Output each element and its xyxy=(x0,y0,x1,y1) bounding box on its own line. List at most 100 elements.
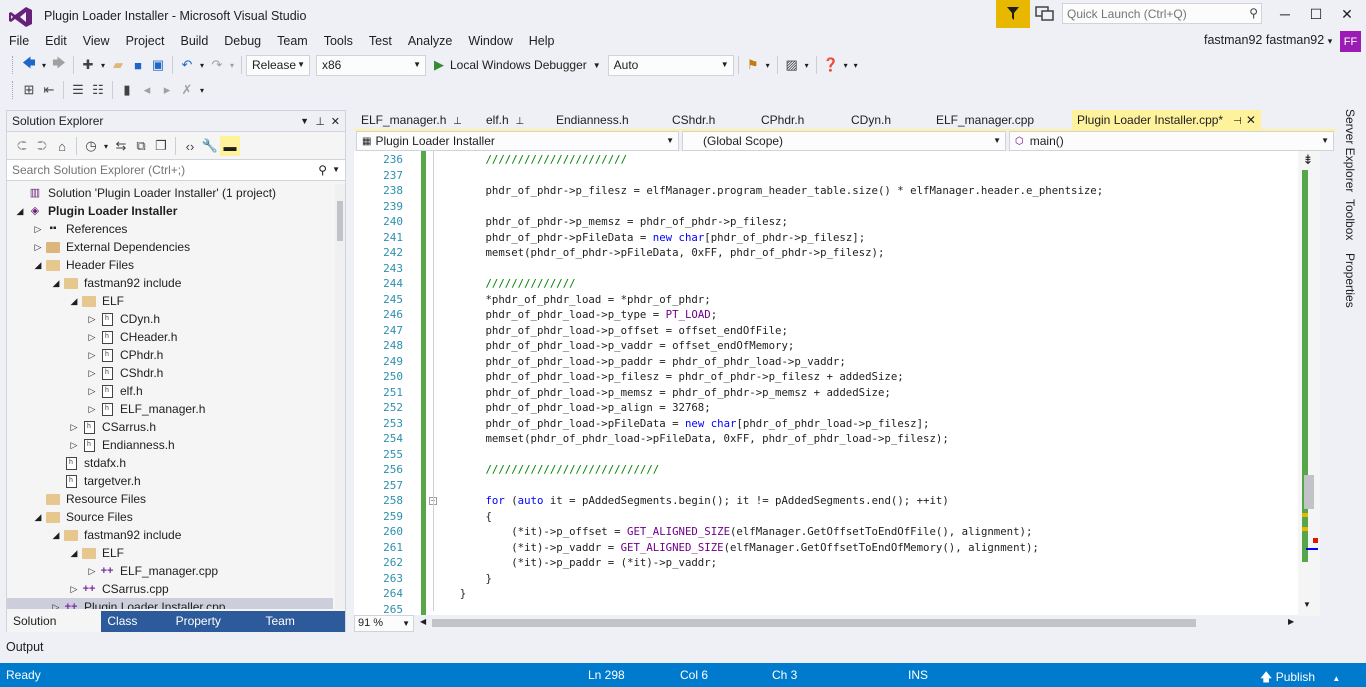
preview-selected-icon[interactable]: ▬ xyxy=(220,136,240,156)
navigate-forward-icon[interactable]: 🡆 xyxy=(49,55,69,75)
expand-icon[interactable]: ▷ xyxy=(85,562,99,580)
scroll-down-icon[interactable]: ▼ xyxy=(1303,600,1311,609)
tree-node[interactable]: ▷ ++ ELF_manager.cpp xyxy=(85,562,219,580)
back-icon[interactable]: ⮈ xyxy=(12,136,32,156)
pin-icon[interactable]: ⊥ xyxy=(450,116,462,127)
editor-tab[interactable]: ELF_manager.cpp xyxy=(931,110,1039,130)
expand-icon[interactable]: ▷ xyxy=(49,598,63,609)
show-all-files-icon[interactable]: ❐ xyxy=(151,136,171,156)
editor-tab[interactable]: CShdr.h xyxy=(667,110,720,130)
tree-node[interactable]: ▷ h Endianness.h xyxy=(67,436,175,454)
tree-node[interactable]: ▷ h CPhdr.h xyxy=(85,346,164,364)
code-line[interactable]: /////////////////////////// xyxy=(434,462,659,478)
sync-icon[interactable]: ⇆ xyxy=(111,136,131,156)
output-tab[interactable]: Output xyxy=(6,640,44,654)
tree-node[interactable]: h stdafx.h xyxy=(49,454,126,472)
code-line[interactable]: phdr_of_phdr->pFileData = new char[phdr_… xyxy=(434,230,865,246)
toolbar-grip[interactable] xyxy=(12,56,16,74)
tree-node[interactable]: ▥ Solution 'Plugin Loader Installer' (1 p… xyxy=(13,184,276,202)
tree-node[interactable]: ▷ h CDyn.h xyxy=(85,310,160,328)
properties-icon[interactable]: 🔧 xyxy=(200,136,220,156)
toolbar-overflow-icon[interactable]: ▾ xyxy=(851,55,861,75)
tree-node[interactable]: Resource Files xyxy=(31,490,146,508)
save-icon[interactable]: ■ xyxy=(128,55,148,75)
code-editor[interactable]: 236 237 238 239 240 241 242 243 244 245 246 247 248 2… xyxy=(354,151,1298,616)
properties-tab[interactable]: Properties xyxy=(1343,253,1357,308)
expand-icon[interactable]: ▷ xyxy=(85,382,99,400)
uncomment-lines-icon[interactable]: ☷ xyxy=(88,80,108,100)
menu-item-view[interactable]: View xyxy=(74,32,117,50)
next-bookmark-icon[interactable]: ▸ xyxy=(157,80,177,100)
menu-item-tools[interactable]: Tools xyxy=(315,32,360,50)
chevron-down-icon[interactable]: ▾ xyxy=(197,55,207,75)
chevron-down-icon[interactable]: ▾ xyxy=(39,55,49,75)
open-file-icon[interactable]: ▰ xyxy=(108,55,128,75)
collapse-icon[interactable]: ◢ xyxy=(31,256,45,274)
menu-item-test[interactable]: Test xyxy=(360,32,399,50)
new-project-icon[interactable]: ✚ xyxy=(78,55,98,75)
tree-node[interactable]: ▷ ++ Plugin Loader Installer.cpp xyxy=(7,598,333,609)
code-line[interactable]: ////////////////////// xyxy=(434,152,627,168)
chevron-down-icon[interactable]: ▾ xyxy=(763,55,773,75)
code-line[interactable]: (*it)->p_offset = GET_ALIGNED_SIZE(elfMa… xyxy=(434,524,1032,540)
tree-node[interactable]: ▷ h CShdr.h xyxy=(85,364,164,382)
scope-dropdown[interactable]: (Global Scope) ▼ xyxy=(682,131,1006,151)
comment-lines-icon[interactable]: ☰ xyxy=(68,80,88,100)
editor-tab[interactable]: CDyn.h xyxy=(846,110,896,130)
chevron-down-icon[interactable]: ▾ xyxy=(98,55,108,75)
collapse-icon[interactable]: ◢ xyxy=(13,202,27,220)
expand-icon[interactable]: ▷ xyxy=(85,400,99,418)
forward-icon[interactable]: ⮊ xyxy=(32,136,52,156)
tool-tab-3[interactable]: Team Explorer xyxy=(259,611,345,649)
expand-icon[interactable]: ▷ xyxy=(85,310,99,328)
editor-tab[interactable]: CPhdr.h xyxy=(756,110,809,130)
debug-mode-dropdown[interactable]: Auto ▼ xyxy=(607,54,734,76)
bookmark-icon[interactable]: ▮ xyxy=(117,80,137,100)
project-dropdown[interactable]: ▦ Plugin Loader Installer ▼ xyxy=(356,131,679,151)
pin-icon[interactable]: ⊥ xyxy=(513,116,524,127)
menu-item-help[interactable]: Help xyxy=(520,32,562,50)
menu-item-project[interactable]: Project xyxy=(117,32,172,50)
home-icon[interactable]: ⌂ xyxy=(52,136,72,156)
editor-tab[interactable]: Plugin Loader Installer.cpp* ⊣ ✕ xyxy=(1072,110,1261,130)
zoom-dropdown[interactable]: 91 % ▼ xyxy=(354,615,414,632)
chevron-down-icon[interactable]: ▾ xyxy=(841,55,851,75)
chevron-down-icon[interactable]: ▾ xyxy=(802,55,812,75)
tree-node[interactable]: ◢ fastman92 include xyxy=(49,526,182,544)
code-line[interactable]: memset(phdr_of_phdr_load->pFileData, 0xF… xyxy=(434,431,948,447)
expand-icon[interactable]: ▷ xyxy=(67,418,81,436)
server-explorer-tab[interactable]: Server Explorer xyxy=(1343,109,1357,192)
publish-button[interactable]: 🡅 Publish ▲ xyxy=(1260,668,1340,687)
code-line[interactable]: phdr_of_phdr_load->p_memsz = phdr_of_phd… xyxy=(434,385,890,401)
code-line[interactable]: phdr_of_phdr_load->p_filesz = phdr_of_ph… xyxy=(434,369,903,385)
editor-scrollbar-thumb[interactable] xyxy=(1304,475,1314,509)
code-line[interactable]: (*it)->p_vaddr = GET_ALIGNED_SIZE(elfMan… xyxy=(434,540,1039,556)
tool-tab-2[interactable]: Property Man... xyxy=(170,611,260,649)
menu-item-build[interactable]: Build xyxy=(171,32,215,50)
code-line[interactable]: phdr_of_phdr_load->p_paddr = phdr_of_phd… xyxy=(434,354,845,370)
feedback-button[interactable] xyxy=(1034,4,1056,24)
horizontal-scrollbar-thumb[interactable] xyxy=(432,619,1196,627)
editor-tab[interactable]: Endianness.h xyxy=(551,110,634,130)
member-dropdown[interactable]: ⬡ main() ▼ xyxy=(1009,131,1334,151)
code-line[interactable]: phdr_of_phdr_load->p_type = PT_LOAD; xyxy=(434,307,717,323)
menu-item-window[interactable]: Window xyxy=(459,32,519,50)
code-line[interactable]: ////////////// xyxy=(434,276,575,292)
tree-node[interactable]: ◢ Source Files xyxy=(31,508,133,526)
user-name[interactable]: fastman92 fastman92 ▾ xyxy=(1204,33,1332,47)
collapse-icon[interactable]: ◢ xyxy=(49,526,63,544)
code-line[interactable]: phdr_of_phdr_load->p_align = 32768; xyxy=(434,400,710,416)
collapse-icon[interactable]: ◢ xyxy=(49,274,63,292)
tree-node[interactable]: ▷ h CHeader.h xyxy=(85,328,178,346)
tree-node[interactable]: h targetver.h xyxy=(49,472,141,490)
menu-item-file[interactable]: File xyxy=(0,32,36,50)
collapse-icon[interactable]: ◢ xyxy=(67,544,81,562)
close-icon[interactable]: ✕ xyxy=(1246,113,1256,127)
toolbar-overflow-icon[interactable]: ▾ xyxy=(197,80,207,100)
tree-node[interactable]: ◢ ELF xyxy=(67,292,124,310)
clear-bookmarks-icon[interactable]: ✗ xyxy=(177,80,197,100)
notification-flag-button[interactable] xyxy=(996,0,1030,28)
chevron-down-icon[interactable]: ▼ xyxy=(300,116,309,126)
expand-icon[interactable]: ▷ xyxy=(67,436,81,454)
menu-item-team[interactable]: Team xyxy=(268,32,315,50)
